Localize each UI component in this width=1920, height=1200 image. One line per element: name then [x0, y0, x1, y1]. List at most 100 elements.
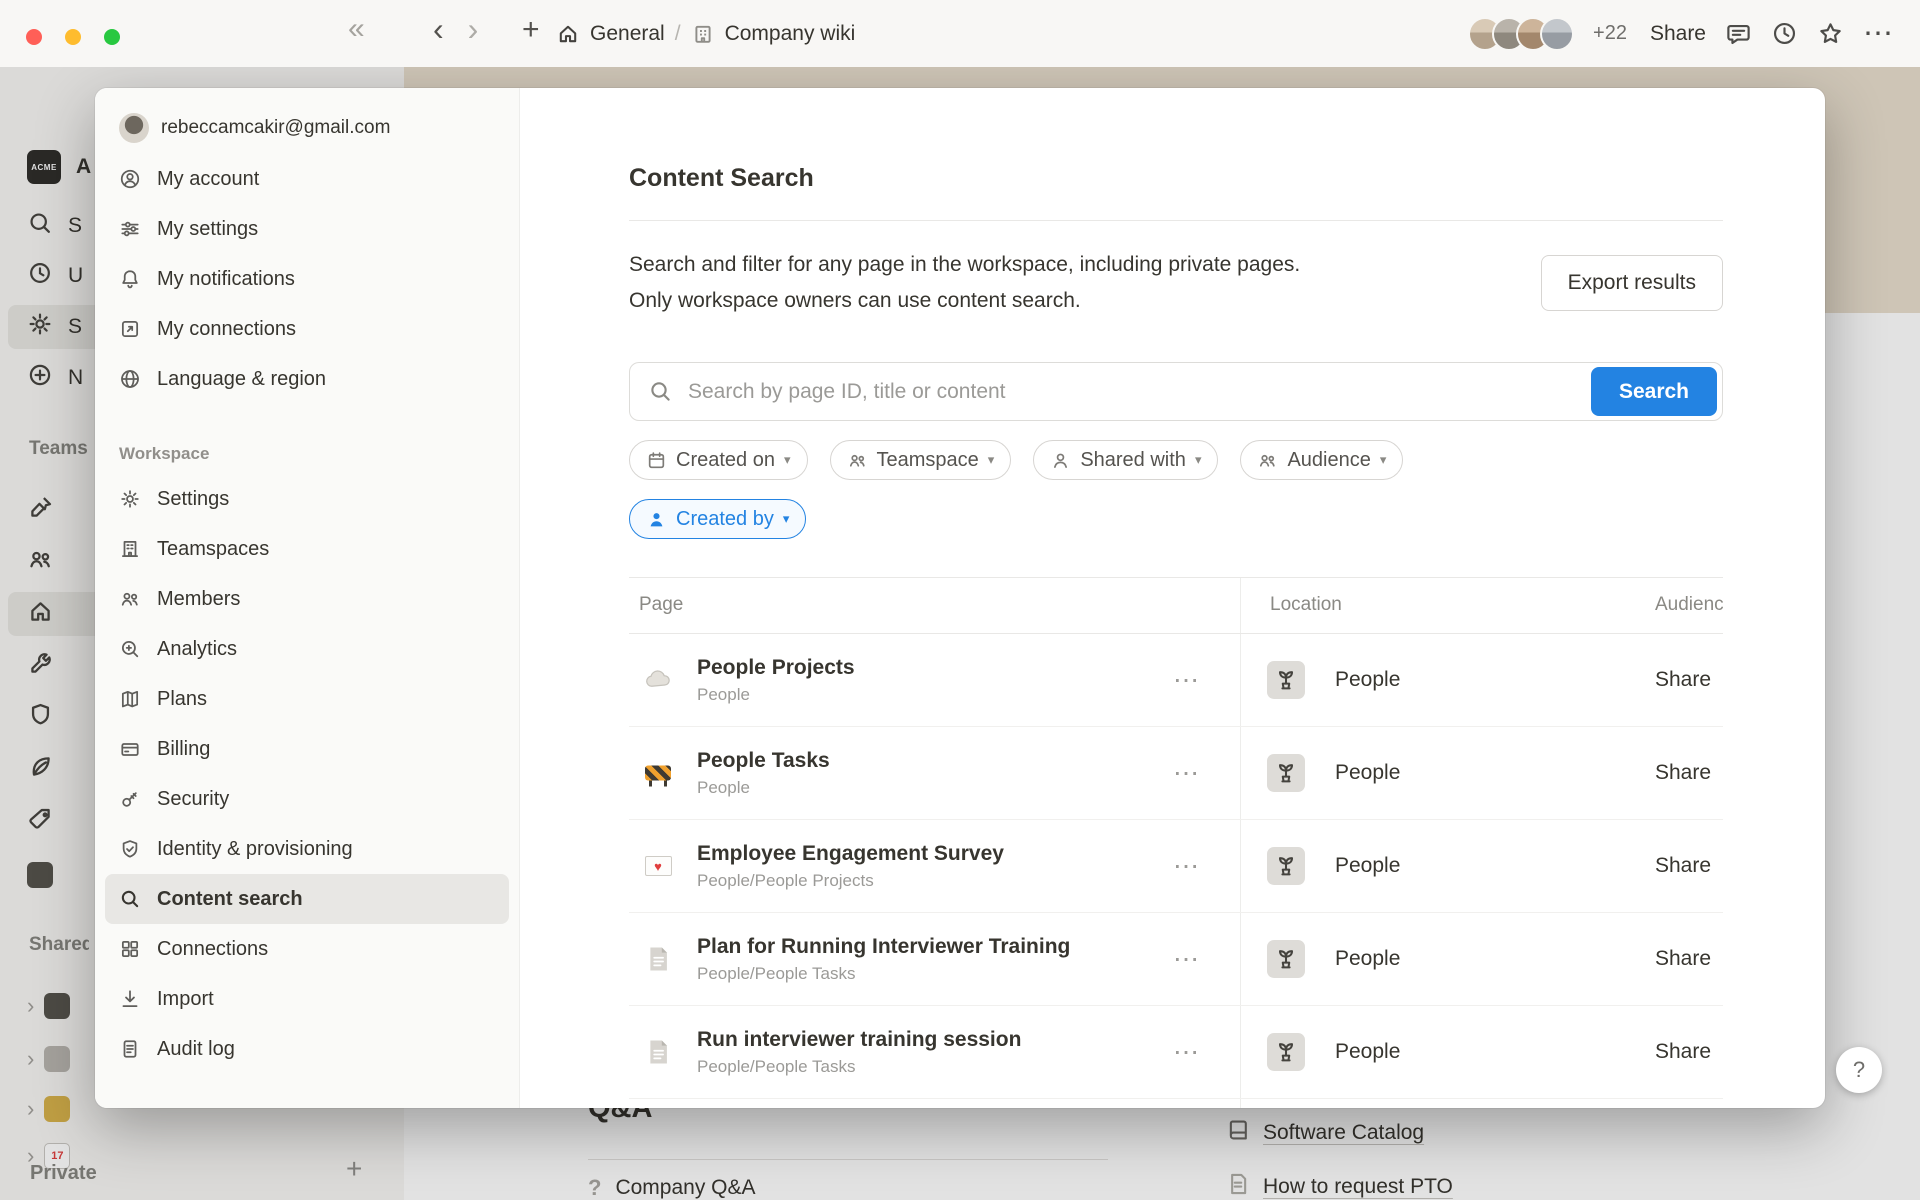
nav-item-content-search[interactable]: Content search [105, 874, 509, 924]
comments-icon[interactable] [1725, 20, 1752, 47]
calendar-icon [646, 450, 667, 471]
breadcrumb-space[interactable]: General [590, 22, 665, 46]
column-header-location: Location [1270, 594, 1342, 616]
location-name: People [1335, 1040, 1400, 1064]
row-menu-button[interactable]: ⋯ [1173, 665, 1200, 696]
nav-item-my-connections[interactable]: My connections [105, 304, 509, 354]
window-controls [26, 29, 120, 45]
grid-icon [119, 938, 141, 960]
nav-item-analytics[interactable]: Analytics [105, 624, 509, 674]
nav-item-language-region[interactable]: Language & region [105, 354, 509, 404]
page-title[interactable]: Plan for Running Interviewer Training [697, 932, 1070, 962]
avatar[interactable] [1540, 17, 1574, 51]
updates-history-icon[interactable] [1771, 20, 1798, 47]
nav-label: My notifications [157, 268, 295, 291]
table-row[interactable]: Run interviewer training sessionPeople/P… [629, 1006, 1723, 1099]
chip-label: Created on [676, 449, 775, 472]
row-menu-button[interactable]: ⋯ [1173, 851, 1200, 882]
nav-label: Members [157, 588, 240, 611]
arrow-up-right-square-icon [119, 318, 141, 340]
nav-label: Teamspaces [157, 538, 269, 561]
filter-audience[interactable]: Audience ▾ [1240, 440, 1403, 480]
document-icon [643, 1038, 673, 1066]
avatar-overflow-count[interactable]: +22 [1593, 22, 1627, 45]
row-menu-button[interactable]: ⋯ [1173, 1037, 1200, 1068]
love-letter-icon: ♥ [643, 856, 673, 876]
help-button[interactable]: ? [1836, 1047, 1882, 1093]
nav-item-connections[interactable]: Connections [105, 924, 509, 974]
nav-label: My settings [157, 218, 258, 241]
nav-item-import[interactable]: Import [105, 974, 509, 1024]
nav-label: Import [157, 988, 214, 1011]
nav-item-teamspaces[interactable]: Teamspaces [105, 524, 509, 574]
page-path: People/People Tasks [697, 962, 1070, 986]
bell-icon [119, 268, 141, 290]
document-icon [643, 945, 673, 973]
collaborator-avatars[interactable] [1468, 17, 1574, 51]
nav-item-settings[interactable]: Settings [105, 474, 509, 524]
nav-item-identity-provisioning[interactable]: Identity & provisioning [105, 824, 509, 874]
key-icon [119, 788, 141, 810]
table-row[interactable]: ♥ Employee Engagement SurveyPeople/Peopl… [629, 820, 1723, 913]
teamspace-icon [1267, 661, 1305, 699]
close-window-button[interactable] [26, 29, 42, 45]
nav-item-my-settings[interactable]: My settings [105, 204, 509, 254]
page-title[interactable]: People Projects [697, 653, 855, 683]
filter-created-by[interactable]: Created by ▾ [629, 499, 806, 539]
nav-item-audit-log[interactable]: Audit log [105, 1024, 509, 1074]
page-title[interactable]: Employee Engagement Survey [697, 839, 1004, 869]
zoom-window-button[interactable] [104, 29, 120, 45]
back-button[interactable]: ‹ [433, 11, 444, 48]
shield-check-icon [119, 838, 141, 860]
topbar-actions: +22 Share ⋯ [1468, 0, 1894, 67]
row-menu-button[interactable]: ⋯ [1173, 944, 1200, 975]
nav-item-billing[interactable]: Billing [105, 724, 509, 774]
teamspace-icon [1267, 754, 1305, 792]
account-email: rebeccamcakir@gmail.com [161, 117, 390, 139]
globe-icon [119, 368, 141, 390]
location-name: People [1335, 761, 1400, 785]
share-button[interactable]: Share [1650, 22, 1706, 46]
table-row[interactable]: People TasksPeople ⋯ People Share [629, 727, 1723, 820]
minimize-window-button[interactable] [65, 29, 81, 45]
nav-item-my-notifications[interactable]: My notifications [105, 254, 509, 304]
nav-label: Audit log [157, 1038, 235, 1061]
person-circle-icon [119, 168, 141, 190]
nav-label: Analytics [157, 638, 237, 661]
audience-value: Share [1655, 854, 1725, 878]
page-title[interactable]: People Tasks [697, 746, 830, 776]
nav-label: Connections [157, 938, 268, 961]
table-row[interactable]: People ProjectsPeople ⋯ People Share [629, 634, 1723, 727]
filter-shared-with[interactable]: Shared with ▾ [1033, 440, 1218, 480]
breadcrumb-page[interactable]: Company wiki [725, 22, 856, 46]
nav-item-security[interactable]: Security [105, 774, 509, 824]
chevron-down-icon: ▾ [988, 452, 995, 468]
nav-item-plans[interactable]: Plans [105, 674, 509, 724]
nav-item-members[interactable]: Members [105, 574, 509, 624]
map-icon [119, 688, 141, 710]
nav-label: Identity & provisioning [157, 838, 353, 861]
chevron-down-icon: ▾ [1195, 452, 1202, 468]
results-table: Page Location Audience People ProjectsPe… [629, 577, 1723, 1099]
sidebar-collapse-icon[interactable]: « [348, 12, 365, 46]
chevron-down-icon: ▾ [1380, 452, 1387, 468]
content-search-input[interactable] [629, 362, 1723, 421]
favorite-star-icon[interactable] [1817, 20, 1844, 47]
settings-sidebar: rebeccamcakir@gmail.com My account My se… [95, 88, 520, 1108]
nav-label: Billing [157, 738, 210, 761]
filter-teamspace[interactable]: Teamspace ▾ [830, 440, 1012, 480]
more-options-icon[interactable]: ⋯ [1863, 19, 1894, 49]
filter-created-on[interactable]: Created on ▾ [629, 440, 808, 480]
row-menu-button[interactable]: ⋯ [1173, 758, 1200, 789]
search-icon [648, 379, 673, 409]
nav-label: Plans [157, 688, 207, 711]
forward-button[interactable]: › [468, 11, 479, 48]
credit-card-icon [119, 738, 141, 760]
divider [629, 220, 1723, 221]
new-tab-button[interactable]: + [522, 13, 540, 47]
nav-item-my-account[interactable]: My account [105, 154, 509, 204]
table-row[interactable]: Plan for Running Interviewer TrainingPeo… [629, 913, 1723, 1006]
search-button[interactable]: Search [1591, 367, 1717, 416]
page-title[interactable]: Run interviewer training session [697, 1025, 1021, 1055]
export-results-button[interactable]: Export results [1541, 255, 1723, 311]
